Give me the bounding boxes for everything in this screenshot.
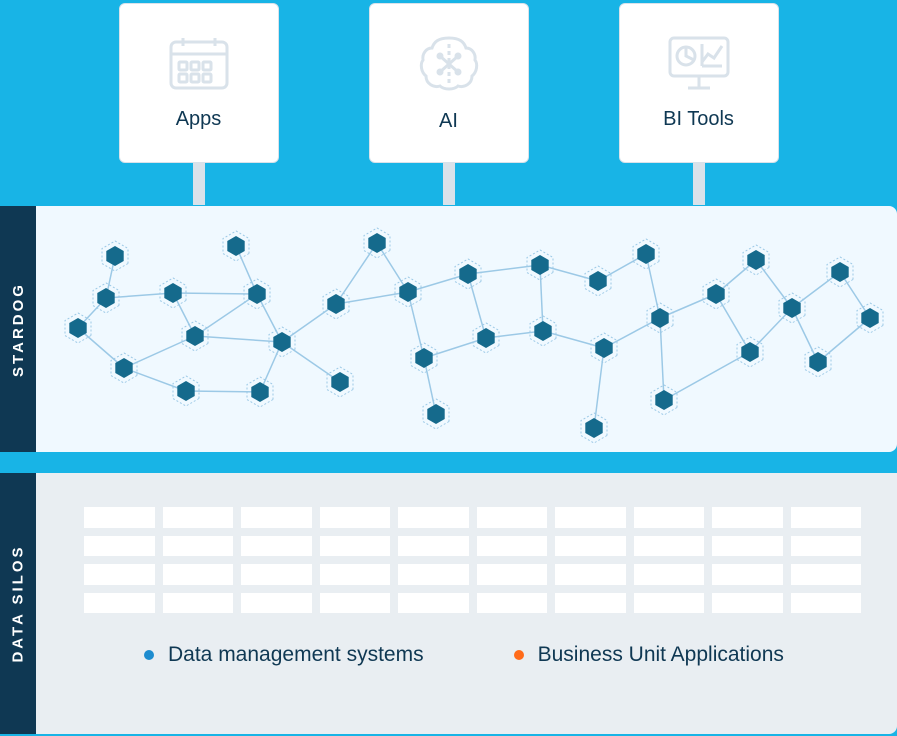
graph-node bbox=[633, 239, 659, 269]
silo-cell bbox=[791, 593, 862, 614]
silo-cell bbox=[555, 593, 626, 614]
stardog-band: STARDOG bbox=[0, 206, 897, 452]
legend-item-dms: Data management systems bbox=[144, 643, 424, 667]
graph-node bbox=[581, 413, 607, 443]
graph-node bbox=[473, 323, 499, 353]
connector-bi bbox=[693, 162, 705, 205]
silo-cell bbox=[398, 593, 469, 614]
silo-cell bbox=[241, 507, 312, 528]
silo-cell bbox=[163, 507, 234, 528]
graph-node bbox=[827, 257, 853, 287]
graph-node bbox=[327, 367, 353, 397]
graph-node bbox=[703, 279, 729, 309]
connector-ai bbox=[443, 162, 455, 205]
graph-node bbox=[585, 266, 611, 296]
silo-cell bbox=[477, 593, 548, 614]
graph-node bbox=[395, 277, 421, 307]
brain-ai-icon bbox=[418, 34, 480, 92]
stardog-band-tab: STARDOG bbox=[0, 206, 36, 452]
data-silos-band: DATA SILOS Data management systems Busin… bbox=[0, 473, 897, 734]
connector-apps bbox=[193, 162, 205, 205]
legend-dms-label: Data management systems bbox=[168, 643, 424, 667]
silo-cell bbox=[241, 564, 312, 585]
graph-node bbox=[102, 241, 128, 271]
silo-cell bbox=[241, 593, 312, 614]
silos-band-body: Data management systems Business Unit Ap… bbox=[36, 473, 897, 734]
silo-cell bbox=[477, 507, 548, 528]
silo-cell bbox=[163, 536, 234, 557]
silo-cell bbox=[712, 536, 783, 557]
silo-cell bbox=[634, 564, 705, 585]
silo-cell bbox=[163, 593, 234, 614]
silo-cell bbox=[712, 593, 783, 614]
silo-cell bbox=[791, 564, 862, 585]
graph-node bbox=[857, 303, 883, 333]
graph-node bbox=[423, 399, 449, 429]
silo-cell bbox=[320, 507, 391, 528]
silo-cell bbox=[84, 593, 155, 614]
silo-cell bbox=[634, 593, 705, 614]
card-bi-label: BI Tools bbox=[663, 108, 734, 131]
graph-node bbox=[743, 245, 769, 275]
silo-cell bbox=[555, 536, 626, 557]
graph-node bbox=[111, 353, 137, 383]
silo-cell bbox=[84, 564, 155, 585]
silo-cell bbox=[84, 536, 155, 557]
legend-bua-label: Business Unit Applications bbox=[538, 643, 784, 667]
silo-cell bbox=[320, 564, 391, 585]
graph-node bbox=[323, 289, 349, 319]
graph-node bbox=[411, 343, 437, 373]
card-apps-label: Apps bbox=[176, 108, 222, 131]
knowledge-graph bbox=[36, 206, 897, 452]
silo-cell bbox=[477, 536, 548, 557]
graph-node bbox=[805, 347, 831, 377]
consumer-cards-row: Apps AI bbox=[0, 0, 897, 170]
silo-cell bbox=[791, 507, 862, 528]
silo-cell bbox=[241, 536, 312, 557]
stardog-band-label: STARDOG bbox=[10, 282, 27, 377]
card-ai: AI bbox=[369, 3, 529, 163]
silo-cell bbox=[163, 564, 234, 585]
graph-node bbox=[455, 259, 481, 289]
silo-cell bbox=[712, 507, 783, 528]
bullet-icon bbox=[144, 650, 154, 660]
bullet-icon bbox=[514, 650, 524, 660]
silo-cell bbox=[712, 564, 783, 585]
architecture-diagram: Apps AI bbox=[0, 0, 897, 736]
card-bi: BI Tools bbox=[619, 3, 779, 163]
silo-cell bbox=[398, 507, 469, 528]
silo-cell bbox=[555, 507, 626, 528]
silo-cell bbox=[634, 536, 705, 557]
graph-node bbox=[223, 231, 249, 261]
silo-cell bbox=[398, 536, 469, 557]
silos-band-tab: DATA SILOS bbox=[0, 473, 36, 734]
silo-cell bbox=[398, 564, 469, 585]
silo-grid bbox=[84, 507, 861, 613]
graph-node bbox=[364, 228, 390, 258]
graph-node bbox=[591, 333, 617, 363]
card-ai-label: AI bbox=[439, 110, 458, 133]
silo-cell bbox=[477, 564, 548, 585]
card-apps: Apps bbox=[119, 3, 279, 163]
stardog-band-body bbox=[36, 206, 897, 452]
calendar-apps-icon bbox=[169, 36, 229, 90]
silo-cell bbox=[555, 564, 626, 585]
silo-cell bbox=[320, 593, 391, 614]
silo-cell bbox=[634, 507, 705, 528]
legend: Data management systems Business Unit Ap… bbox=[84, 643, 861, 667]
bi-monitor-icon bbox=[668, 36, 730, 90]
silo-cell bbox=[84, 507, 155, 528]
silo-cell bbox=[320, 536, 391, 557]
legend-item-bua: Business Unit Applications bbox=[514, 643, 784, 667]
silo-cell bbox=[791, 536, 862, 557]
silos-band-label: DATA SILOS bbox=[10, 544, 27, 662]
